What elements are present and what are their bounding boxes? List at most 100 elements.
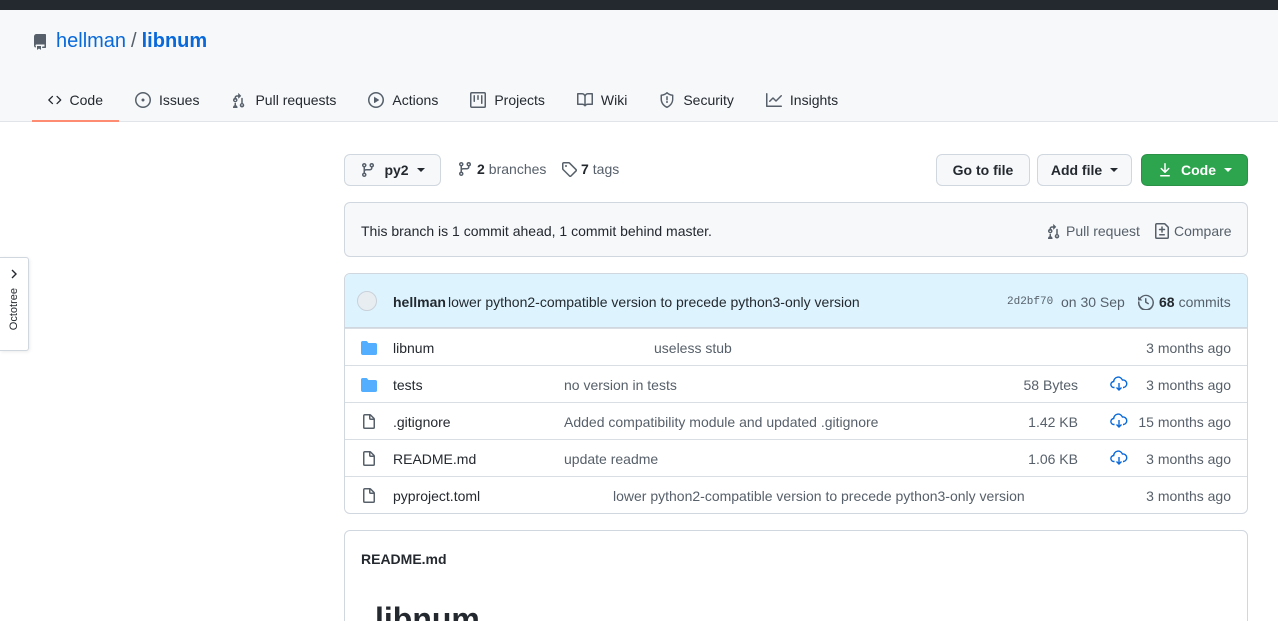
file-name[interactable]: libnum: [393, 340, 434, 356]
tab-security[interactable]: Security: [643, 80, 750, 122]
file-name[interactable]: pyproject.toml: [393, 488, 480, 504]
shield-icon: [660, 92, 674, 108]
tab-code[interactable]: Code: [32, 80, 119, 122]
file-icon: [363, 451, 375, 466]
folder-icon: [361, 341, 377, 355]
compare-label: Compare: [1174, 223, 1232, 239]
file-commit-message[interactable]: Added compatibility module and updated .…: [564, 414, 878, 430]
tab-issues-label: Issues: [159, 92, 200, 108]
chevron-down-icon: [1110, 168, 1119, 172]
readme-heading: libnum: [375, 601, 480, 621]
file-row[interactable]: libnum useless stub 3 months ago: [345, 328, 1247, 365]
file-icon: [363, 414, 375, 429]
commits-label: commits: [1178, 294, 1231, 310]
octotree-sidebar-toggle[interactable]: Octotree: [0, 257, 29, 351]
cloud-download-icon[interactable]: [1110, 413, 1128, 429]
branch-comparison-banner: This branch is 1 commit ahead, 1 commit …: [344, 202, 1248, 257]
repo-tabs: Code Issues Pull requests Actions Projec…: [32, 80, 854, 122]
tags-label: tags: [592, 161, 620, 177]
commits-link[interactable]: 68 commits: [1138, 294, 1231, 310]
file-row[interactable]: .gitignore Added compatibility module an…: [345, 402, 1247, 439]
tags-count: 7: [581, 161, 589, 177]
branches-label: branches: [488, 161, 547, 177]
file-age: 15 months ago: [1138, 414, 1231, 430]
go-to-file-button[interactable]: Go to file: [936, 154, 1030, 186]
tab-issues[interactable]: Issues: [119, 80, 215, 122]
file-row[interactable]: README.md update readme 1.06 KB 3 months…: [345, 439, 1247, 476]
pull-request-icon: [1048, 224, 1060, 239]
file-commit-message[interactable]: no version in tests: [564, 377, 677, 393]
book-icon: [576, 93, 593, 107]
file-name[interactable]: README.md: [393, 451, 476, 467]
tab-projects[interactable]: Projects: [454, 80, 561, 122]
cloud-download-icon[interactable]: [1110, 450, 1128, 466]
pull-request-label: Pull request: [1066, 223, 1140, 239]
file-age: 3 months ago: [1146, 451, 1231, 467]
tab-insights-label: Insights: [789, 92, 839, 108]
file-commit-message[interactable]: lower python2-compatible version to prec…: [613, 488, 1025, 504]
commits-count: 68: [1159, 294, 1175, 310]
file-commit-message[interactable]: useless stub: [654, 340, 732, 356]
pull-request-icon: [233, 93, 245, 108]
avatar[interactable]: [357, 291, 377, 311]
history-icon: [1138, 294, 1154, 310]
repo-title: hellman / libnum: [32, 30, 207, 53]
repo-separator: /: [131, 30, 137, 52]
folder-icon: [361, 378, 377, 392]
branch-select-button[interactable]: py2: [344, 154, 441, 186]
tab-wiki-label: Wiki: [600, 92, 628, 108]
tab-code-label: Code: [69, 92, 103, 108]
branch-name: py2: [384, 162, 409, 178]
ahead-behind-text: This branch is 1 commit ahead, 1 commit …: [361, 223, 712, 239]
readme-title[interactable]: README.md: [361, 551, 447, 567]
file-size: 1.06 KB: [1028, 451, 1078, 467]
pull-request-link[interactable]: Pull request: [1046, 223, 1140, 239]
top-header-bar: [0, 0, 1278, 10]
tab-actions-label: Actions: [392, 92, 439, 108]
readme-panel: README.md libnum: [344, 530, 1248, 621]
code-button-label: Code: [1181, 162, 1216, 178]
tab-projects-label: Projects: [494, 92, 545, 108]
file-commit-message[interactable]: update readme: [564, 451, 658, 467]
file-size: 58 Bytes: [1023, 377, 1078, 393]
file-name[interactable]: tests: [393, 377, 423, 393]
commit-message[interactable]: lower python2-compatible version to prec…: [448, 294, 860, 310]
file-age: 3 months ago: [1146, 377, 1231, 393]
file-name[interactable]: .gitignore: [393, 414, 451, 430]
add-file-button[interactable]: Add file: [1037, 154, 1132, 186]
compare-link[interactable]: Compare: [1154, 223, 1232, 239]
branches-link[interactable]: 2 branches: [457, 161, 546, 177]
file-size: 1.42 KB: [1028, 414, 1078, 430]
git-branch-icon: [362, 162, 375, 178]
repo-icon: [33, 33, 46, 50]
tab-security-label: Security: [683, 92, 734, 108]
cloud-download-icon[interactable]: [1110, 376, 1128, 392]
tab-wiki[interactable]: Wiki: [561, 80, 643, 122]
commit-sha[interactable]: 2d2bf70: [1007, 296, 1053, 308]
code-icon: [48, 95, 62, 105]
code-download-button[interactable]: Code: [1141, 154, 1248, 186]
file-row[interactable]: tests no version in tests 58 Bytes 3 mon…: [345, 365, 1247, 402]
commit-date: on 30 Sep: [1061, 294, 1125, 310]
tab-actions[interactable]: Actions: [352, 80, 454, 122]
go-to-file-label: Go to file: [952, 162, 1014, 178]
commit-author[interactable]: hellman: [393, 294, 446, 310]
repo-name-link[interactable]: libnum: [142, 30, 208, 53]
tags-link[interactable]: 7 tags: [561, 161, 619, 177]
download-icon: [1160, 163, 1170, 177]
tab-pull-requests[interactable]: Pull requests: [215, 80, 352, 122]
chevron-right-icon: [11, 269, 17, 279]
play-icon: [368, 92, 385, 108]
file-age: 3 months ago: [1146, 488, 1231, 504]
project-icon: [470, 92, 487, 108]
file-row[interactable]: pyproject.toml lower python2-compatible …: [345, 476, 1247, 513]
repo-owner-link[interactable]: hellman: [56, 30, 126, 53]
graph-icon: [765, 93, 782, 107]
git-branch-icon: [459, 161, 471, 177]
file-age: 3 months ago: [1146, 340, 1231, 356]
tab-pull-requests-label: Pull requests: [255, 92, 337, 108]
repo-header: hellman / libnum Code Issues Pull reques…: [0, 10, 1278, 122]
issue-icon: [135, 92, 151, 108]
tab-insights[interactable]: Insights: [750, 80, 854, 122]
latest-commit-bar: hellman lower python2-compatible version…: [345, 274, 1247, 328]
